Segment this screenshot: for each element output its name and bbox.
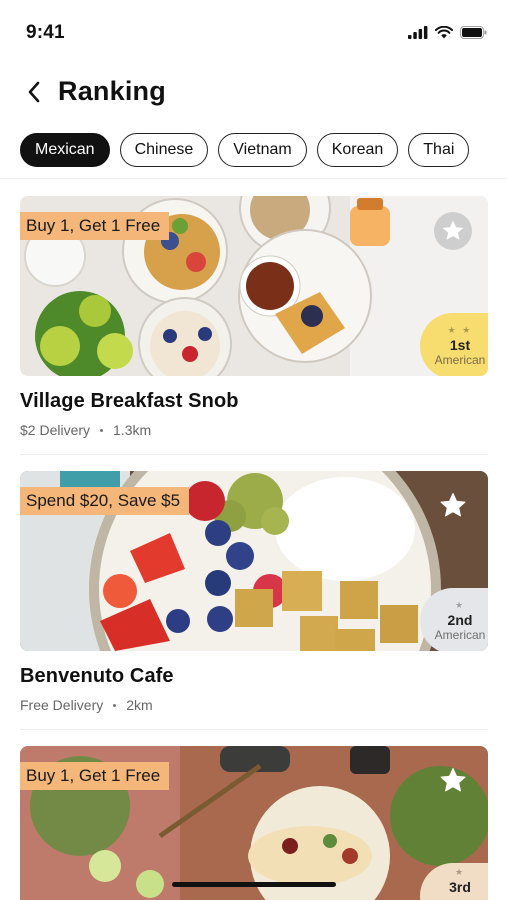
card-divider (20, 454, 488, 455)
tab-mexican[interactable]: Mexican (20, 133, 110, 167)
wifi-icon (435, 26, 453, 39)
tab-chinese[interactable]: Chinese (119, 133, 209, 167)
back-button[interactable] (20, 78, 48, 106)
rank-stars-icon: ★ ★ (447, 325, 473, 335)
restaurant-name[interactable]: Benvenuto Cafe (20, 665, 488, 688)
card-divider (20, 729, 488, 730)
restaurant-image[interactable]: Spend $20, Save $5 ★ 2nd American (20, 471, 488, 651)
status-bar: 9:41 (0, 0, 507, 60)
star-icon (440, 493, 466, 517)
rank-number: 3rd (449, 879, 471, 895)
header: Ranking (0, 70, 507, 114)
restaurant-card[interactable]: Buy 1, Get 1 Free ★ 3rd (20, 746, 488, 900)
delivery-fee: $2 Delivery (20, 422, 91, 438)
restaurant-card[interactable]: Buy 1, Get 1 Free ★ ★ 1st American Villa… (20, 196, 488, 455)
star-icon (434, 212, 472, 250)
promo-badge: Spend $20, Save $5 (20, 487, 190, 515)
category-tabs: Mexican Chinese Vietnam Korean Thai (20, 133, 470, 167)
star-icon (440, 768, 466, 792)
rank-number: 1st (449, 337, 471, 353)
chevron-left-icon (28, 81, 40, 103)
restaurant-image[interactable]: Buy 1, Get 1 Free ★ ★ 1st American (20, 196, 488, 376)
rank-badge: ★ ★ 1st American (420, 313, 488, 376)
rank-number: 2nd (447, 612, 473, 628)
promo-badge: Buy 1, Get 1 Free (20, 212, 170, 240)
restaurant-image[interactable]: Buy 1, Get 1 Free ★ 3rd (20, 746, 488, 900)
promo-badge: Buy 1, Get 1 Free (20, 762, 170, 790)
rank-category: American (434, 628, 486, 642)
rank-stars-icon: ★ (454, 600, 466, 610)
restaurant-meta: $2 Delivery 1.3km (20, 422, 488, 438)
separator-dot (100, 428, 104, 432)
separator-dot (113, 703, 117, 707)
signal-icon (408, 26, 428, 39)
status-icons (408, 26, 487, 39)
favorite-button[interactable] (434, 212, 472, 250)
restaurant-card[interactable]: Spend $20, Save $5 ★ 2nd American Benven… (20, 471, 488, 730)
tabs-divider (0, 178, 507, 179)
favorite-button[interactable] (434, 487, 472, 525)
favorite-button[interactable] (434, 762, 472, 800)
restaurant-name[interactable]: Village Breakfast Snob (20, 390, 488, 413)
restaurant-meta: Free Delivery 2km (20, 697, 488, 713)
status-time: 9:41 (26, 22, 65, 43)
delivery-fee: Free Delivery (20, 697, 104, 713)
distance: 1.3km (113, 422, 152, 438)
rank-category: American (434, 353, 486, 367)
rank-stars-icon: ★ (454, 867, 466, 877)
home-indicator[interactable] (172, 882, 336, 887)
distance: 2km (126, 697, 153, 713)
tab-korean[interactable]: Korean (316, 133, 399, 167)
tab-thai[interactable]: Thai (408, 133, 470, 167)
battery-icon (460, 26, 487, 39)
page-title: Ranking (58, 76, 166, 106)
tab-vietnam[interactable]: Vietnam (218, 133, 307, 167)
rank-badge: ★ 2nd American (420, 588, 488, 651)
